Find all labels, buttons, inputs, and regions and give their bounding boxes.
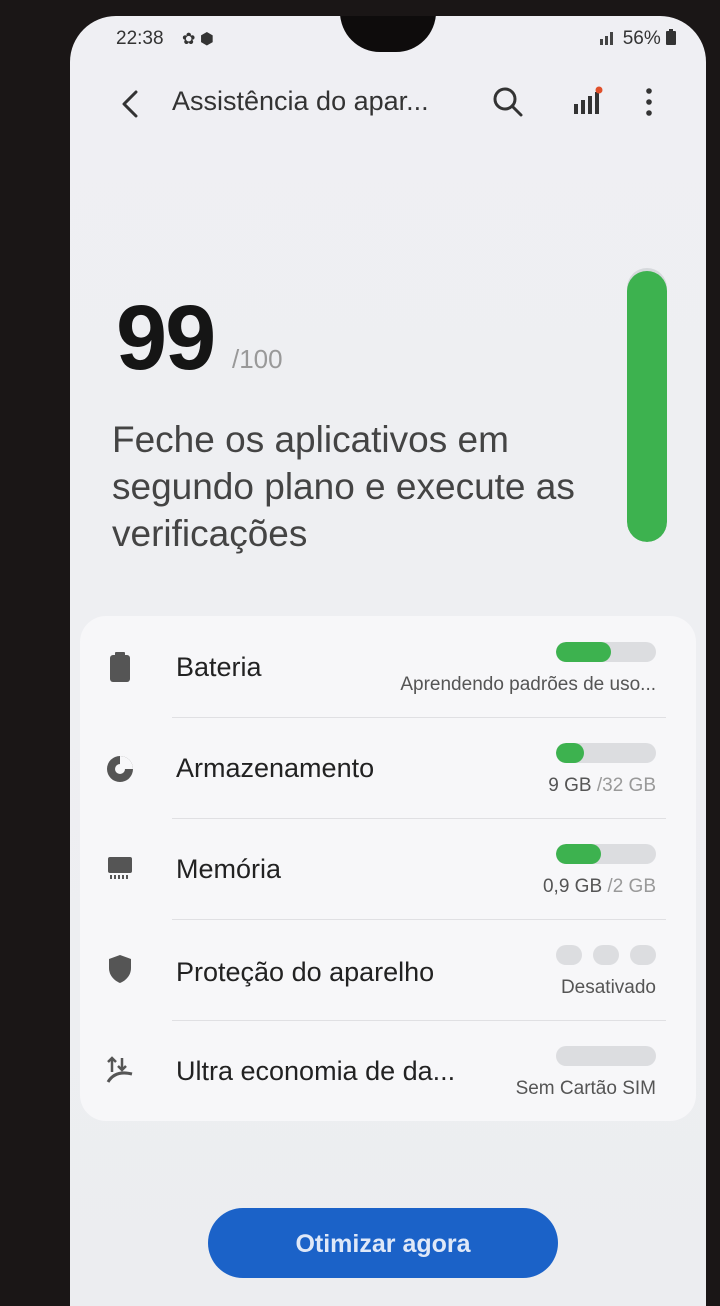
storage-item[interactable]: Armazenamento 9 GB /32 GB [80,717,696,818]
item-label: Bateria [176,652,262,682]
protection-dots [556,945,656,965]
storage-used: 9 GB [548,775,592,796]
status-time: 22:38 [116,28,164,49]
memory-chip-icon [108,857,132,879]
page-title: Assistência do apar... [172,86,429,116]
item-label: Proteção do aparelho [176,957,435,987]
score-bar [627,268,667,542]
shield-icon [109,955,131,983]
device-score: 99 [116,287,216,389]
status-bar: 22:38 ✿ ⬢ 56% [116,28,676,54]
notification-icons: ✿ ⬢ [182,31,214,48]
storage-usage: 9 GB /32 GB [548,775,656,797]
phone-screen: 22:38 ✿ ⬢ 56% Assistência do apar... 99 … [70,16,706,1306]
status-right: 56% [599,28,676,50]
protection-dot [556,945,582,965]
optimize-now-button[interactable]: Otimizar agora [208,1208,558,1278]
protection-status: Desativado [560,977,656,998]
data-saver-icon [106,1056,133,1083]
memory-bar-fill [556,844,601,864]
storage-pie-icon [107,756,133,782]
battery-percent: 56% [622,28,661,49]
data-saver-item[interactable]: Ultra economia de da... Sem Cartão SIM [80,1020,696,1121]
battery-item[interactable]: Bateria Aprendendo padrões de uso... [80,616,696,717]
data-saver-status: Sem Cartão SIM [515,1078,656,1099]
app-bar: Assistência do apar... [70,78,706,134]
protection-dot [630,945,656,965]
memory-usage: 0,9 GB /2 GB [543,876,656,898]
status-card: Bateria Aprendendo padrões de uso... Arm… [80,616,696,1121]
memory-used: 0,9 GB [542,876,603,897]
memory-total: /2 GB [602,876,656,897]
storage-bar-fill [556,743,584,763]
storage-bar [556,743,656,763]
search-icon[interactable] [490,84,526,120]
memory-bar [556,844,656,864]
storage-total: /32 GB [591,775,656,796]
protection-dot [593,945,619,965]
back-arrow-icon[interactable] [112,84,148,124]
device-protection-item[interactable]: Proteção do aparelho Desativado [80,919,696,1020]
more-options-icon[interactable] [634,84,664,120]
battery-status-icon [666,29,676,45]
score-max: /100 [232,344,283,374]
battery-bar-fill [556,642,611,662]
memory-item[interactable]: Memória 0,9 GB /2 GB [80,818,696,919]
item-label: Ultra economia de da... [176,1056,456,1086]
battery-bar [556,642,656,662]
cell-signal-icon [600,32,614,45]
battery-status: Aprendendo padrões de uso... [400,674,656,695]
item-label: Armazenamento [176,753,375,783]
score-bar-fill [627,270,667,542]
score-message: Feche os aplicativos em segundo plano e … [112,419,575,554]
data-saver-bar [556,1046,656,1066]
battery-icon [110,652,130,682]
item-label: Memória [176,854,282,884]
diagnostics-icon[interactable] [570,84,606,120]
